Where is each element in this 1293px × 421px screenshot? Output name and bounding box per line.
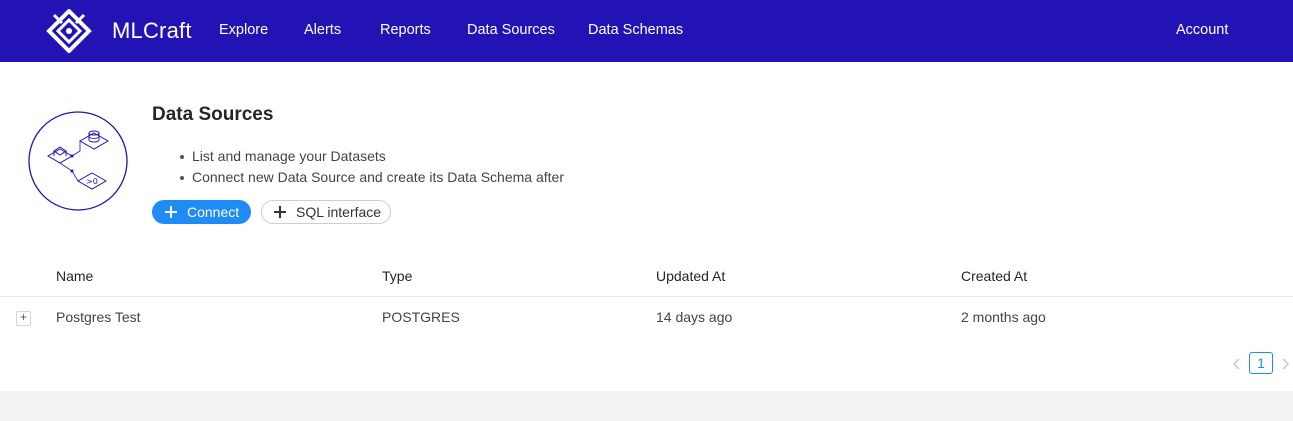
nav-alerts[interactable]: Alerts [304, 22, 341, 38]
feature-list-item: Connect new Data Source and create its D… [178, 167, 564, 188]
cell-updated-at: 14 days ago [656, 309, 733, 325]
main-content: >0 Data Sources List and manage your Dat… [0, 62, 1293, 391]
expand-row-button[interactable]: + [16, 310, 31, 326]
nav-data-sources[interactable]: Data Sources [467, 22, 555, 38]
svg-text:>0: >0 [86, 177, 98, 186]
expand-icon: + [19, 310, 27, 324]
connect-button[interactable]: Connect [152, 200, 251, 224]
sql-interface-button-label: SQL interface [296, 204, 382, 220]
column-header-created-at[interactable]: Created At [961, 268, 1027, 284]
plus-icon [274, 206, 286, 218]
database-network-illustration: >0 [28, 111, 128, 211]
page-title: Data Sources [152, 104, 274, 125]
pagination-page-1[interactable]: 1 [1249, 352, 1273, 374]
previous-page-icon[interactable] [1231, 356, 1243, 372]
brand-name[interactable]: MLCraft [112, 18, 192, 44]
feature-list: List and manage your Datasets Connect ne… [178, 146, 564, 188]
cell-type: POSTGRES [382, 309, 460, 325]
nav-explore[interactable]: Explore [219, 22, 268, 38]
column-header-updated-at[interactable]: Updated At [656, 268, 725, 284]
connect-button-label: Connect [187, 204, 240, 220]
nav-data-schemas[interactable]: Data Schemas [588, 22, 683, 38]
table-row[interactable]: + Postgres Test POSTGRES 14 days ago 2 m… [0, 297, 1293, 337]
cell-created-at: 2 months ago [961, 309, 1046, 325]
next-page-icon[interactable] [1279, 356, 1291, 372]
plus-icon [165, 206, 177, 218]
mlcraft-logo-icon[interactable] [46, 9, 92, 53]
top-navigation-bar: MLCraft Explore Alerts Reports Data Sour… [0, 0, 1293, 62]
sql-interface-button[interactable]: SQL interface [261, 200, 391, 224]
table-header: Name Type Updated At Created At [0, 258, 1293, 297]
cell-name: Postgres Test [56, 309, 141, 325]
feature-list-item: List and manage your Datasets [178, 146, 564, 167]
column-header-name[interactable]: Name [56, 268, 93, 284]
column-header-type[interactable]: Type [382, 268, 412, 284]
nav-account[interactable]: Account [1176, 22, 1228, 38]
nav-reports[interactable]: Reports [380, 22, 431, 38]
